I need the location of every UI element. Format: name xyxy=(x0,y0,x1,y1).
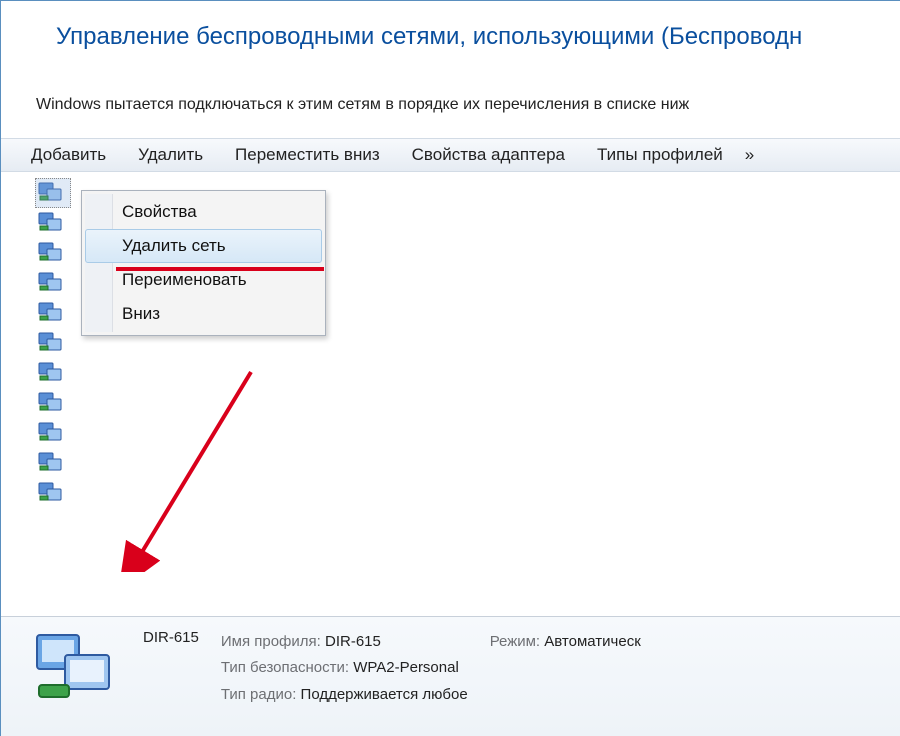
ctx-properties[interactable]: Свойства xyxy=(85,195,322,229)
add-button[interactable]: Добавить xyxy=(31,145,106,165)
profile-name-value: DIR-615 xyxy=(325,633,381,650)
page-subtitle: Windows пытается подключаться к этим сет… xyxy=(1,61,900,124)
radio-type-value: Поддерживается любое xyxy=(301,686,468,703)
ctx-move-down[interactable]: Вниз xyxy=(85,297,322,331)
profile-types-button[interactable]: Типы профилей xyxy=(597,145,723,165)
toolbar-overflow-icon[interactable]: » xyxy=(745,145,754,165)
toolbar: Добавить Удалить Переместить вниз Свойст… xyxy=(1,138,900,172)
mode-value: Автоматическ xyxy=(544,633,640,650)
details-pane: DIR-615 Имя профиля: DIR-615 Тип безопас… xyxy=(1,616,900,736)
mode-label: Режим: xyxy=(490,633,540,650)
radio-type-label: Тип радио: xyxy=(221,686,297,703)
network-item[interactable] xyxy=(37,300,67,324)
network-item[interactable] xyxy=(37,360,67,384)
remove-button[interactable]: Удалить xyxy=(138,145,203,165)
network-item[interactable] xyxy=(37,330,67,354)
network-item[interactable] xyxy=(37,390,67,414)
move-down-button[interactable]: Переместить вниз xyxy=(235,145,380,165)
network-item[interactable] xyxy=(37,180,67,204)
network-item[interactable] xyxy=(37,270,67,294)
context-menu: Свойства Удалить сеть Переименовать Вниз xyxy=(81,190,326,336)
adapter-properties-button[interactable]: Свойства адаптера xyxy=(412,145,565,165)
ctx-delete-network[interactable]: Удалить сеть xyxy=(85,229,322,263)
profile-name-label: Имя профиля: xyxy=(221,633,321,650)
security-type-value: WPA2-Personal xyxy=(353,659,459,676)
highlight-underline xyxy=(116,267,324,271)
network-item[interactable] xyxy=(37,480,67,504)
network-item[interactable] xyxy=(37,240,67,264)
network-item[interactable] xyxy=(37,210,67,234)
network-item[interactable] xyxy=(37,420,67,444)
page-title: Управление беспроводными сетями, использ… xyxy=(56,23,870,51)
details-network-name: DIR-615 xyxy=(143,629,199,646)
network-item[interactable] xyxy=(37,450,67,474)
network-list: Свойства Удалить сеть Переименовать Вниз xyxy=(1,172,900,552)
annotation-arrow-icon xyxy=(121,362,261,572)
manage-wireless-window: Управление беспроводными сетями, использ… xyxy=(0,0,900,736)
security-type-label: Тип безопасности: xyxy=(221,659,349,676)
network-large-icon xyxy=(31,629,121,704)
